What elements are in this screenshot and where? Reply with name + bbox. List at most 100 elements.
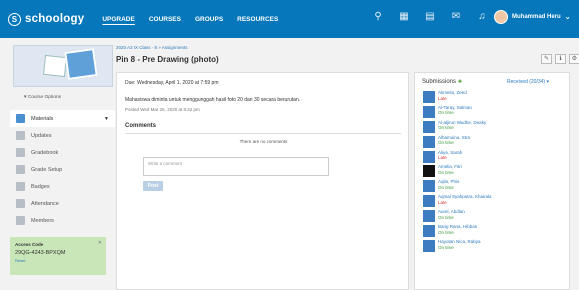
info-icon[interactable]: ℹ [555, 54, 566, 64]
settings-icon[interactable]: ⚙ [569, 54, 579, 64]
list-item[interactable]: Amelia, Fitri On time [423, 164, 568, 179]
list-item[interactable]: Al-Taray, Salman On time [423, 105, 568, 120]
breadcrumb[interactable]: 2020 A3 IX Class · 8 » Assignments [116, 45, 188, 50]
calendar-icon[interactable]: ▤ [424, 11, 436, 23]
submission-info: Al-aljirun Wudhe, Deaky On time [438, 120, 486, 131]
materials-icon [16, 114, 25, 123]
header-icons: ⚲ ▦ ▤ ✉ ♫ [372, 11, 488, 23]
submission-thumbnail[interactable] [423, 195, 435, 208]
submission-thumbnail[interactable] [423, 225, 435, 238]
submission-thumbnail[interactable] [423, 105, 435, 118]
no-comments-text: There are no comments [239, 139, 288, 144]
add-submission-icon[interactable]: ♣ [458, 79, 462, 85]
student-name[interactable]: Hayotan Nica, Rabya [438, 239, 481, 245]
list-item[interactable]: Akmelia, Zeed Late [423, 90, 568, 105]
submission-info: Aliya, Sarah Late [438, 150, 462, 161]
members-icon [16, 216, 25, 225]
sidebar-item-label: Updates [31, 132, 52, 139]
submissions-list: Akmelia, Zeed Late Al-Taray, Salman On time… [423, 90, 568, 254]
submission-thumbnail[interactable] [423, 165, 435, 178]
sidebar-item-label: Materials [31, 115, 54, 122]
submission-status: Late [438, 155, 447, 161]
comment-input[interactable]: Write a comment [143, 157, 329, 176]
page-title: Pin 8 - Pre Drawing (photo) [116, 55, 219, 64]
course-sidebar: ▾ Course Options Materials ▼ Updates Gra… [10, 45, 115, 275]
gradebook-icon [16, 148, 25, 157]
submission-info: Akmelia, Zeed Late [438, 90, 467, 101]
submission-info: Aqmal Syahputra, Khairala Late [438, 194, 492, 205]
list-item[interactable]: Hayotan Nica, Rabya On time [423, 239, 568, 254]
submission-status: Late [438, 95, 447, 101]
submission-status: On time [438, 140, 454, 146]
assignment-panel: Due: Wednesday, April 1, 2020 at 7:59 pm… [116, 72, 409, 290]
submission-thumbnail[interactable] [423, 239, 435, 252]
student-name[interactable]: Aqmal Syahputra, Khairala [438, 194, 492, 200]
student-name[interactable]: Barig Rana, Hibban [438, 224, 477, 230]
list-item[interactable]: Aqila, Phis On time [423, 179, 568, 194]
posted-date: Posted Wed Mar 25, 2020 at 8:42 pm [125, 107, 200, 112]
logo-text: schoology [25, 13, 85, 25]
list-item[interactable]: Alhamuinu, Stra On time [423, 135, 568, 150]
sidebar-item-gradebook[interactable]: Gradebook [10, 144, 115, 161]
bell-icon[interactable]: ♫ [476, 11, 488, 23]
sidebar-item-label: Badges [31, 183, 50, 190]
submissions-heading-label: Submissions [422, 79, 457, 85]
nav-resources[interactable]: RESOURCES [237, 16, 278, 23]
schoology-logo[interactable]: S schoology [8, 12, 85, 26]
sidebar-item-materials[interactable]: Materials ▼ [10, 110, 115, 127]
user-name: Muhammad Heru [512, 14, 561, 20]
post-button[interactable]: Post [143, 181, 163, 191]
submissions-filter[interactable]: Received (20/34) ▾ [507, 79, 549, 85]
list-item[interactable]: Barig Rana, Hibban On time [423, 224, 568, 239]
assignment-instructions: Mahasiswa diminta untuk menggunggah hasi… [125, 97, 301, 103]
user-menu[interactable]: Muhammad Heru ⌄ [494, 10, 571, 24]
list-item[interactable]: Al-aljirun Wudhe, Deaky On time [423, 120, 568, 135]
course-picture [13, 45, 113, 87]
student-name[interactable]: Aurel, Abdlan [438, 209, 465, 215]
chevron-down-icon: ⌄ [564, 14, 571, 21]
top-navigation-bar: S schoology UPGRADE COURSES GROUPS RESOU… [0, 0, 579, 38]
sidebar-item-updates[interactable]: Updates [10, 127, 115, 144]
submission-thumbnail[interactable] [423, 120, 435, 133]
submission-status: Late [438, 199, 447, 205]
submission-status: On time [438, 244, 454, 250]
sidebar-item-label: Members [31, 217, 54, 224]
reset-link[interactable]: Reset [15, 258, 101, 263]
submission-status: On time [438, 110, 454, 116]
submission-thumbnail[interactable] [423, 135, 435, 148]
sidebar-item-badges[interactable]: Badges [10, 178, 115, 195]
submission-thumbnail[interactable] [423, 180, 435, 193]
main-nav: UPGRADE COURSES GROUPS RESOURCES [102, 16, 278, 23]
submission-status: On time [438, 184, 454, 190]
caret-down-icon[interactable]: ▼ [104, 116, 109, 122]
due-date: Due: Wednesday, April 1, 2020 at 7:59 pm [125, 80, 219, 86]
list-item[interactable]: Aliya, Sarah Late [423, 150, 568, 165]
logo-mark: S [8, 12, 21, 26]
submission-status: On time [438, 229, 454, 235]
submission-status: On time [438, 125, 454, 131]
comments-heading: Comments [125, 123, 157, 129]
close-icon[interactable]: ✕ [98, 240, 102, 246]
submission-thumbnail[interactable] [423, 210, 435, 223]
course-menu: Materials ▼ Updates Gradebook Grade Setu… [10, 110, 115, 229]
nav-courses[interactable]: COURSES [149, 16, 181, 23]
sidebar-item-members[interactable]: Members [10, 212, 115, 229]
sidebar-item-attendance[interactable]: Attendance [10, 195, 115, 212]
access-code-title: Access Code [15, 242, 44, 247]
search-icon[interactable]: ⚲ [372, 11, 384, 23]
nav-upgrade[interactable]: UPGRADE [102, 16, 135, 23]
mail-icon[interactable]: ✉ [450, 11, 462, 23]
submission-thumbnail[interactable] [423, 150, 435, 163]
edit-icon[interactable]: ✎ [541, 54, 552, 64]
apps-grid-icon[interactable]: ▦ [398, 11, 410, 23]
submission-info: Amelia, Fitri On time [438, 164, 462, 175]
student-name[interactable]: Akmelia, Zeed [438, 90, 467, 96]
submission-thumbnail[interactable] [423, 91, 435, 103]
access-code-box: ✕ Access Code 29QG-4243-BPXQM Reset [10, 237, 106, 275]
list-item[interactable]: Aqmal Syahputra, Khairala Late [423, 194, 568, 209]
nav-groups[interactable]: GROUPS [195, 16, 223, 23]
course-options-link[interactable]: ▾ Course Options [24, 95, 115, 100]
list-item[interactable]: Aurel, Abdlan On time [423, 209, 568, 224]
submission-status: On time [438, 214, 454, 220]
sidebar-item-grade-setup[interactable]: Grade Setup [10, 161, 115, 178]
